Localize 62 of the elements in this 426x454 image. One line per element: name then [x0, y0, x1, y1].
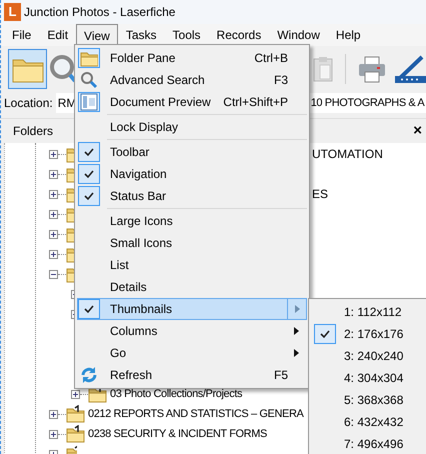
expand-icon[interactable]	[71, 390, 80, 398]
menu-option[interactable]: 3: 240x240	[311, 345, 426, 367]
expand-icon[interactable]	[49, 230, 58, 238]
folders-button[interactable]	[8, 49, 48, 89]
menu-option[interactable]: 4: 304x304	[311, 367, 426, 389]
menu-option[interactable]: Refresh F5	[77, 364, 307, 386]
submenu-arrow-icon	[294, 349, 299, 357]
scanner-icon	[394, 54, 426, 84]
app-logo: L	[4, 3, 21, 21]
close-button[interactable]: ×	[413, 120, 422, 142]
menu-option[interactable]: 1: 112x112	[311, 301, 426, 323]
tree-item[interactable]: 0212 REPORTS AND STATISTICS – GENERA	[88, 406, 304, 422]
menu-option[interactable]: Navigation	[77, 163, 307, 185]
expand-icon[interactable]	[49, 190, 58, 198]
menu-option[interactable]: 6: 432x432	[311, 411, 426, 433]
collapse-icon[interactable]	[49, 270, 58, 278]
printer-icon	[357, 55, 388, 83]
menu-item[interactable]: Records	[208, 24, 270, 46]
tree-item[interactable]: 0238 SECURITY & INCIDENT FORMS	[88, 426, 267, 442]
submenu-arrow-icon	[294, 327, 299, 335]
menu-option[interactable]: List	[77, 254, 307, 276]
menu-option[interactable]: Lock Display	[77, 116, 307, 138]
menu-option[interactable]: Document Preview Ctrl+Shift+P	[77, 91, 307, 113]
tree-item[interactable]: 03 Photo Collections/Projects	[110, 386, 242, 402]
menu-option[interactable]: Thumbnails	[77, 298, 307, 320]
menu-option[interactable]: 5: 368x368	[311, 389, 426, 411]
submenu-arrow-icon	[294, 305, 300, 313]
window-title: Junction Photos - Laserfiche	[24, 4, 176, 21]
preview-icon	[80, 93, 98, 111]
expand-icon[interactable]	[49, 410, 58, 418]
expand-icon[interactable]	[49, 170, 58, 178]
folder-icon	[66, 405, 85, 423]
menu-option[interactable]: Small Icons	[77, 232, 307, 254]
pane-title: Folders	[13, 123, 54, 140]
menu-item[interactable]: File	[4, 24, 40, 46]
menu-option[interactable]: 2: 176x176	[311, 323, 426, 345]
location-label: Location:	[4, 95, 53, 112]
menu-option[interactable]: Large Icons	[77, 210, 307, 232]
tree-item[interactable]: UTOMATION	[312, 145, 383, 163]
refresh-icon	[80, 366, 98, 384]
menu-option[interactable]: Advanced Search F3	[77, 69, 307, 91]
menu-item[interactable]: Edit	[39, 24, 76, 46]
menu-item[interactable]: Tasks	[118, 24, 165, 46]
menu-item[interactable]: Help	[328, 24, 369, 46]
menu-option[interactable]: Toolbar	[77, 141, 307, 163]
expand-icon[interactable]	[49, 430, 58, 438]
menu-option[interactable]: Folder Pane Ctrl+B	[77, 47, 307, 69]
menu-option[interactable]: Details	[77, 276, 307, 298]
expand-icon[interactable]	[49, 250, 58, 258]
folder-icon	[66, 425, 85, 443]
menu-option[interactable]: 7: 496x496	[311, 433, 426, 454]
search-icon	[80, 71, 98, 89]
expand-icon[interactable]	[49, 210, 58, 218]
menu-option[interactable]: Status Bar	[77, 185, 307, 207]
menu-item[interactable]: View	[76, 24, 118, 46]
menu-option[interactable]: Columns	[77, 320, 307, 342]
expand-icon[interactable]	[49, 150, 58, 158]
clipboard-icon	[312, 55, 334, 83]
tree-item[interactable]: ES	[312, 185, 328, 203]
menu-item[interactable]: Window	[269, 24, 328, 46]
menu-item[interactable]: Tools	[164, 24, 209, 46]
menu-option[interactable]: Go	[77, 342, 307, 364]
